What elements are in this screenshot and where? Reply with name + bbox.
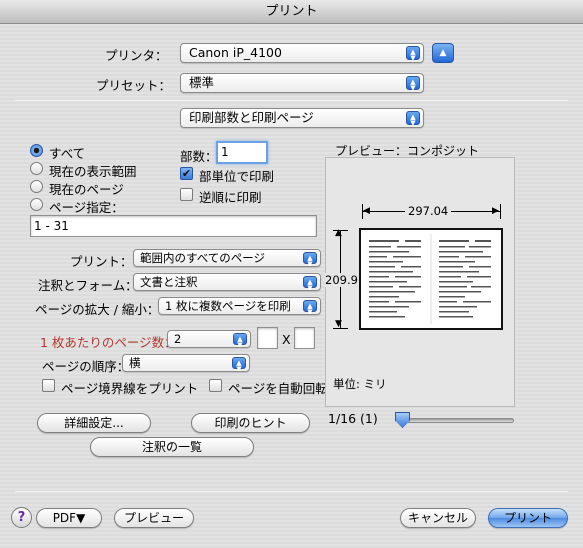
section-value: 印刷部数と印刷ページ bbox=[189, 110, 314, 125]
radio-icon bbox=[30, 180, 43, 193]
preview-button[interactable]: プレビュー bbox=[114, 508, 194, 528]
cancel-button[interactable]: キャンセル bbox=[400, 508, 476, 528]
page-order-popup[interactable]: 横 ▲ ▼ bbox=[122, 354, 250, 372]
up-down-arrows-icon: ▲ ▼ bbox=[303, 252, 317, 266]
copies-label: 部数： bbox=[180, 149, 218, 164]
pages-per-sheet-label: 1 枚あたりのページ数： bbox=[40, 335, 177, 350]
radio-icon bbox=[30, 162, 43, 175]
autorotate-label: ページを自動回転 bbox=[228, 381, 328, 396]
up-down-arrows-icon: ▲ ▼ bbox=[406, 76, 420, 92]
scaling-label: ページの拡大 / 縮小： bbox=[35, 302, 160, 317]
page-indicator: 1/16 (1) bbox=[328, 411, 378, 426]
up-down-arrows-icon: ▲ ▼ bbox=[406, 111, 420, 127]
printer-popup[interactable]: Canon iP_4100 ▲ ▼ bbox=[180, 43, 424, 63]
window-title: プリント bbox=[265, 4, 318, 19]
print-range-popup[interactable]: 範囲内のすべてのページ ▲ ▼ bbox=[133, 249, 321, 267]
presets-value: 標準 bbox=[189, 75, 215, 90]
window-titlebar: プリント bbox=[0, 0, 583, 24]
arrow-left-icon: ◀ bbox=[363, 206, 370, 216]
print-hints-button[interactable]: 印刷のヒント bbox=[191, 413, 310, 433]
scaling-popup[interactable]: 1 枚に複数ページを印刷 ▲ ▼ bbox=[158, 297, 321, 315]
up-down-arrows-icon: ▲ ▼ bbox=[303, 300, 317, 314]
arrow-down-icon: ▼ bbox=[335, 319, 342, 329]
radio-label: すべて bbox=[49, 146, 86, 161]
annotations-value: 文書と注釈 bbox=[140, 275, 198, 289]
grid-columns-field[interactable] bbox=[257, 327, 278, 349]
scaling-value: 1 枚に複数ページを印刷 bbox=[165, 299, 291, 313]
printer-label: プリンタ： bbox=[105, 48, 168, 63]
preview-page-slider[interactable] bbox=[397, 418, 514, 423]
section-popup[interactable]: 印刷部数と印刷ページ ▲ ▼ bbox=[180, 108, 424, 128]
presets-popup[interactable]: 標準 ▲ ▼ bbox=[180, 73, 424, 93]
radio-label: ページ指定： bbox=[49, 200, 124, 215]
checkbox-icon bbox=[180, 188, 193, 201]
annotations-label: 注釈とフォーム： bbox=[38, 278, 138, 293]
reverse-label: 逆順に印刷 bbox=[199, 190, 262, 205]
help-button[interactable]: ? bbox=[11, 507, 32, 528]
print-button[interactable]: プリント bbox=[488, 508, 568, 528]
advanced-settings-button[interactable]: 詳細設定... bbox=[37, 413, 151, 433]
presets-label: プリセット： bbox=[96, 78, 172, 93]
up-down-arrows-icon: ▲ ▼ bbox=[232, 357, 246, 371]
up-down-arrows-icon: ▲ ▼ bbox=[303, 276, 317, 290]
page-range-field[interactable]: 1 - 31 bbox=[30, 215, 317, 237]
copies-field[interactable]: 1 bbox=[216, 141, 268, 164]
grid-times-label: X bbox=[282, 332, 291, 347]
separator bbox=[15, 491, 568, 492]
arrow-up-icon: ▲ bbox=[335, 228, 342, 238]
height-dimension-label: 209.9 bbox=[325, 273, 358, 287]
radio-icon bbox=[30, 198, 43, 211]
comments-list-button[interactable]: 注釈の一覧 bbox=[90, 437, 254, 457]
print-range-label: プリント： bbox=[70, 254, 133, 269]
up-down-arrows-icon: ▲ ▼ bbox=[406, 46, 420, 62]
page-preview-thumbnail bbox=[359, 228, 503, 330]
page-preview-content-icon bbox=[361, 230, 501, 328]
arrow-right-icon: ▶ bbox=[492, 206, 499, 216]
pdf-menu-button[interactable]: PDF▼ bbox=[36, 508, 102, 528]
grid-rows-field[interactable] bbox=[294, 327, 315, 349]
collate-label: 部単位で印刷 bbox=[199, 169, 275, 184]
page-order-label: ページの順序： bbox=[42, 359, 130, 374]
checkbox-icon bbox=[209, 379, 222, 392]
radio-selected-icon bbox=[30, 144, 43, 157]
printer-value: Canon iP_4100 bbox=[189, 45, 282, 60]
disclosure-toggle-button[interactable]: ▲ bbox=[432, 43, 454, 63]
up-down-arrows-icon: ▲ ▼ bbox=[233, 333, 247, 347]
preview-unit-label: 単位: ミリ bbox=[333, 377, 387, 391]
pages-per-sheet-value: 2 bbox=[174, 332, 182, 346]
radio-label: 現在のページ bbox=[49, 182, 124, 197]
dimension-tick bbox=[500, 204, 501, 219]
width-dimension-label: 297.04 bbox=[405, 204, 452, 218]
checkmark-icon: ✔ bbox=[180, 167, 193, 180]
annotations-popup[interactable]: 文書と注釈 ▲ ▼ bbox=[133, 273, 321, 291]
radio-label: 現在の表示範囲 bbox=[49, 164, 137, 179]
borders-label: ページ境界線をプリント bbox=[61, 381, 199, 396]
checkbox-icon bbox=[42, 379, 55, 392]
print-range-value: 範囲内のすべてのページ bbox=[140, 251, 266, 265]
page-order-value: 横 bbox=[129, 356, 141, 370]
separator bbox=[15, 100, 568, 101]
triangle-up-icon: ▲ bbox=[439, 48, 447, 58]
pages-per-sheet-popup[interactable]: 2 ▲ ▼ bbox=[167, 330, 251, 348]
